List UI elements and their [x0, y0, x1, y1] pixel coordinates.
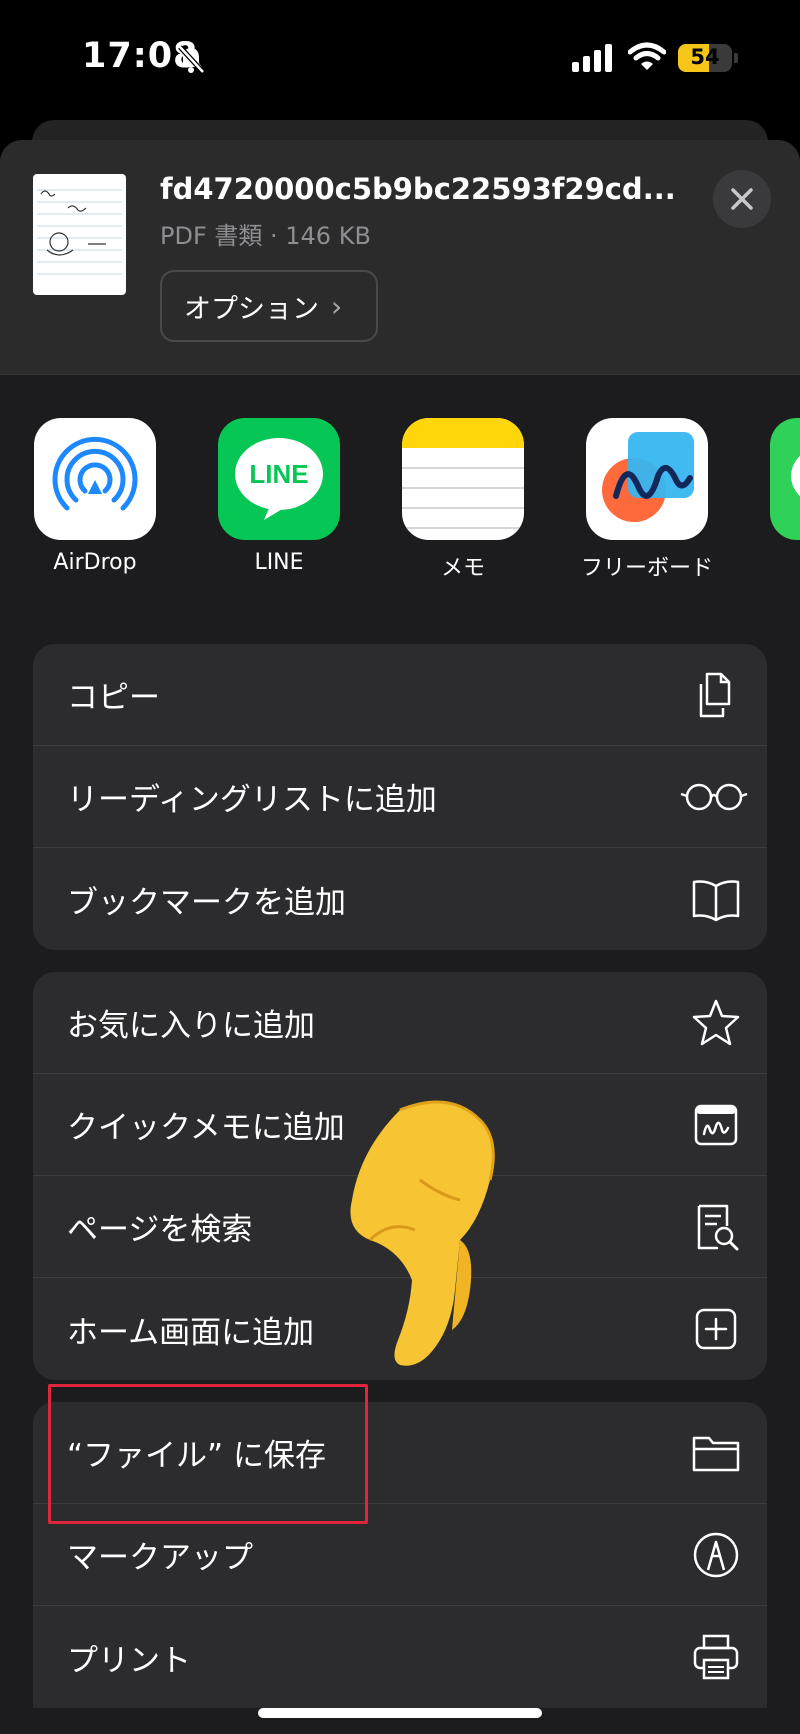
action-label: ブックマークを追加	[67, 884, 346, 921]
status-bar: 17:08 54	[0, 0, 800, 118]
action-group-1: コピー リーディングリストに追加 ブックマークを追加	[33, 644, 767, 950]
close-icon	[731, 188, 753, 210]
action-label: プリント	[67, 1642, 191, 1679]
options-button[interactable]: オプション ›	[160, 270, 378, 342]
app-messages[interactable]: メ	[756, 418, 800, 582]
file-meta: PDF 書類 · 146 KB	[160, 222, 371, 250]
star-icon	[692, 999, 740, 1046]
add-square-icon	[695, 1308, 737, 1350]
line-icon: LINE	[218, 418, 340, 540]
find-on-page-icon	[697, 1204, 739, 1251]
app-label: フリーボード	[580, 556, 713, 581]
action-label: マークアップ	[67, 1540, 253, 1576]
app-airdrop[interactable]: AirDrop	[20, 418, 170, 575]
file-name: fd4720000c5b9bc22593f29cd...	[160, 172, 676, 206]
app-label: メモ	[440, 556, 485, 581]
action-label: ホーム画面に追加	[67, 1314, 315, 1351]
highlight-annotation	[48, 1384, 368, 1524]
chevron-right-icon: ›	[331, 289, 343, 323]
book-icon	[692, 880, 740, 922]
action-copy[interactable]: コピー	[33, 644, 767, 746]
action-add-reading-list[interactable]: リーディングリストに追加	[33, 746, 767, 848]
glasses-icon	[680, 783, 748, 811]
action-label: お気に入りに追加	[67, 1008, 315, 1044]
close-button[interactable]	[713, 170, 771, 228]
app-label: メ	[756, 550, 800, 582]
battery-indicator: 54	[678, 44, 732, 72]
app-notes[interactable]: メモ	[388, 418, 538, 582]
app-freeform[interactable]: フリーボード	[572, 418, 722, 582]
document-thumbnail	[33, 174, 126, 295]
app-label: LINE	[254, 550, 304, 575]
notes-icon	[402, 418, 524, 540]
folder-icon	[692, 1436, 740, 1472]
copy-icon	[699, 672, 731, 718]
action-label: リーディングリストに追加	[67, 782, 437, 818]
action-label: ページを検索	[67, 1212, 253, 1248]
line-logo-text: LINE	[249, 459, 308, 489]
app-label: AirDrop	[53, 550, 137, 575]
printer-icon	[693, 1634, 739, 1680]
pointing-hand-icon	[350, 1100, 495, 1366]
action-add-bookmark[interactable]: ブックマークを追加	[33, 848, 767, 950]
options-label: オプション	[184, 293, 319, 325]
quick-note-icon	[694, 1104, 738, 1146]
action-print[interactable]: プリント	[33, 1606, 767, 1708]
markup-icon	[693, 1532, 739, 1578]
airdrop-icon	[34, 418, 156, 540]
bell-slash-icon	[178, 45, 205, 74]
messages-icon	[770, 418, 800, 540]
app-share-row: AirDrop LINE LINE メモ フリーボード	[0, 418, 800, 588]
action-label: クイックメモに追加	[67, 1110, 345, 1146]
wifi-icon	[628, 42, 666, 70]
freeform-icon	[586, 418, 708, 540]
battery-level: 54	[690, 45, 720, 69]
action-label: コピー	[67, 680, 160, 716]
app-line[interactable]: LINE LINE	[204, 418, 354, 575]
home-indicator[interactable]	[258, 1708, 542, 1718]
action-add-favorites[interactable]: お気に入りに追加	[33, 972, 767, 1074]
signal-icon	[572, 44, 612, 72]
